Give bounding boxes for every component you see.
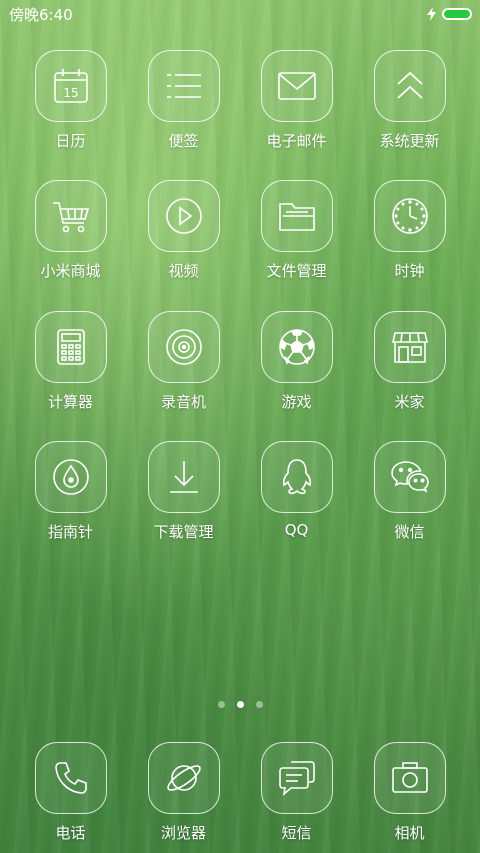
app-recorder[interactable]: 录音机: [127, 311, 240, 412]
mail-icon: [277, 72, 316, 100]
app-mi-home[interactable]: 米家: [353, 311, 466, 412]
app-notes[interactable]: 便签: [127, 50, 240, 151]
app-icon-frame: [373, 311, 446, 383]
app-games[interactable]: 游戏: [240, 311, 353, 412]
app-label: 下载管理: [153, 523, 214, 541]
recorder-icon: [165, 329, 202, 365]
update-icon: [396, 71, 423, 99]
app-icon-frame: [34, 742, 107, 814]
app-label: 文件管理: [266, 262, 327, 280]
app-wechat[interactable]: 微信: [353, 441, 466, 542]
calculator-icon: [56, 329, 85, 365]
app-label: 时钟: [394, 262, 425, 280]
app-label: 录音机: [160, 393, 206, 411]
app-label: 浏览器: [160, 824, 206, 842]
battery-level: [444, 10, 470, 18]
app-email[interactable]: 电子邮件: [240, 50, 353, 151]
app-icon-frame: [260, 50, 333, 122]
play-icon: [165, 198, 202, 234]
app-icon-frame: [147, 441, 220, 513]
app-icon-frame: 15: [34, 50, 107, 122]
app-calendar[interactable]: 15 日历: [14, 50, 127, 151]
dock-app-phone[interactable]: 电话: [14, 742, 127, 843]
penguin-icon: [282, 459, 311, 495]
cart-icon: [52, 202, 89, 233]
app-qq[interactable]: QQ: [240, 441, 353, 539]
app-label: 小米商城: [40, 262, 101, 280]
app-icon-frame: [373, 742, 446, 814]
dock-app-browser[interactable]: 浏览器: [127, 742, 240, 843]
app-label: 日历: [55, 132, 86, 150]
phone-icon: [54, 762, 87, 794]
status-time: 傍晚6:40: [9, 5, 73, 24]
app-label: 电话: [55, 824, 86, 842]
clock-icon: [391, 198, 428, 234]
bolt-icon: [427, 7, 436, 21]
soccer-ball-icon: [278, 329, 315, 365]
battery-icon: [442, 8, 472, 20]
browser-icon: [166, 765, 201, 791]
app-icon-frame: [260, 311, 333, 383]
app-clock[interactable]: 时钟: [353, 180, 466, 281]
app-label: 米家: [394, 393, 425, 411]
app-label: 便签: [168, 132, 199, 150]
app-label: 微信: [394, 523, 425, 541]
app-icon-frame: [147, 311, 220, 383]
page-dot[interactable]: [217, 701, 225, 708]
page-indicator: [0, 701, 480, 708]
wechat-icon: [390, 461, 429, 493]
store-icon: [391, 332, 428, 363]
notes-icon: [166, 74, 201, 98]
app-label: 相机: [394, 824, 425, 842]
page-dot-active[interactable]: [236, 701, 244, 708]
status-indicators: [427, 7, 472, 21]
app-system-update[interactable]: 系统更新: [353, 50, 466, 151]
calendar-day: 15: [63, 86, 78, 100]
app-icon-frame: [147, 50, 220, 122]
dock-app-messages[interactable]: 短信: [240, 742, 353, 843]
app-label: 计算器: [47, 393, 93, 411]
folder-icon: [278, 203, 315, 231]
app-label: QQ: [284, 521, 309, 539]
app-icon-frame: [260, 180, 333, 252]
app-label: 系统更新: [379, 132, 440, 150]
app-calculator[interactable]: 计算器: [14, 311, 127, 412]
app-label: 指南针: [47, 523, 93, 541]
camera-icon: [391, 762, 428, 793]
app-icon-frame: [373, 50, 446, 122]
app-mi-store[interactable]: 小米商城: [14, 180, 127, 281]
app-icon-frame: [34, 441, 107, 513]
app-compass[interactable]: 指南针: [14, 441, 127, 542]
app-icon-frame: [373, 441, 446, 513]
dock-app-camera[interactable]: 相机: [353, 742, 466, 843]
status-bar: 傍晚6:40: [0, 0, 480, 28]
app-video[interactable]: 视频: [127, 180, 240, 281]
app-icon-frame: [373, 180, 446, 252]
app-label: 短信: [281, 824, 312, 842]
compass-icon: [52, 459, 89, 495]
calendar-icon: 15: [53, 69, 88, 103]
app-icon-frame: [34, 311, 107, 383]
app-icon-frame: [260, 742, 333, 814]
message-icon: [278, 761, 315, 797]
page-dot[interactable]: [255, 701, 263, 708]
app-label: 视频: [168, 262, 199, 280]
app-icon-frame: [147, 742, 220, 814]
app-file-manager[interactable]: 文件管理: [240, 180, 353, 281]
app-icon-frame: [260, 441, 333, 513]
app-label: 游戏: [281, 393, 312, 411]
app-download-manager[interactable]: 下载管理: [127, 441, 240, 542]
app-label: 电子邮件: [266, 132, 327, 150]
app-icon-frame: [147, 180, 220, 252]
app-icon-frame: [34, 180, 107, 252]
download-icon: [169, 461, 198, 493]
